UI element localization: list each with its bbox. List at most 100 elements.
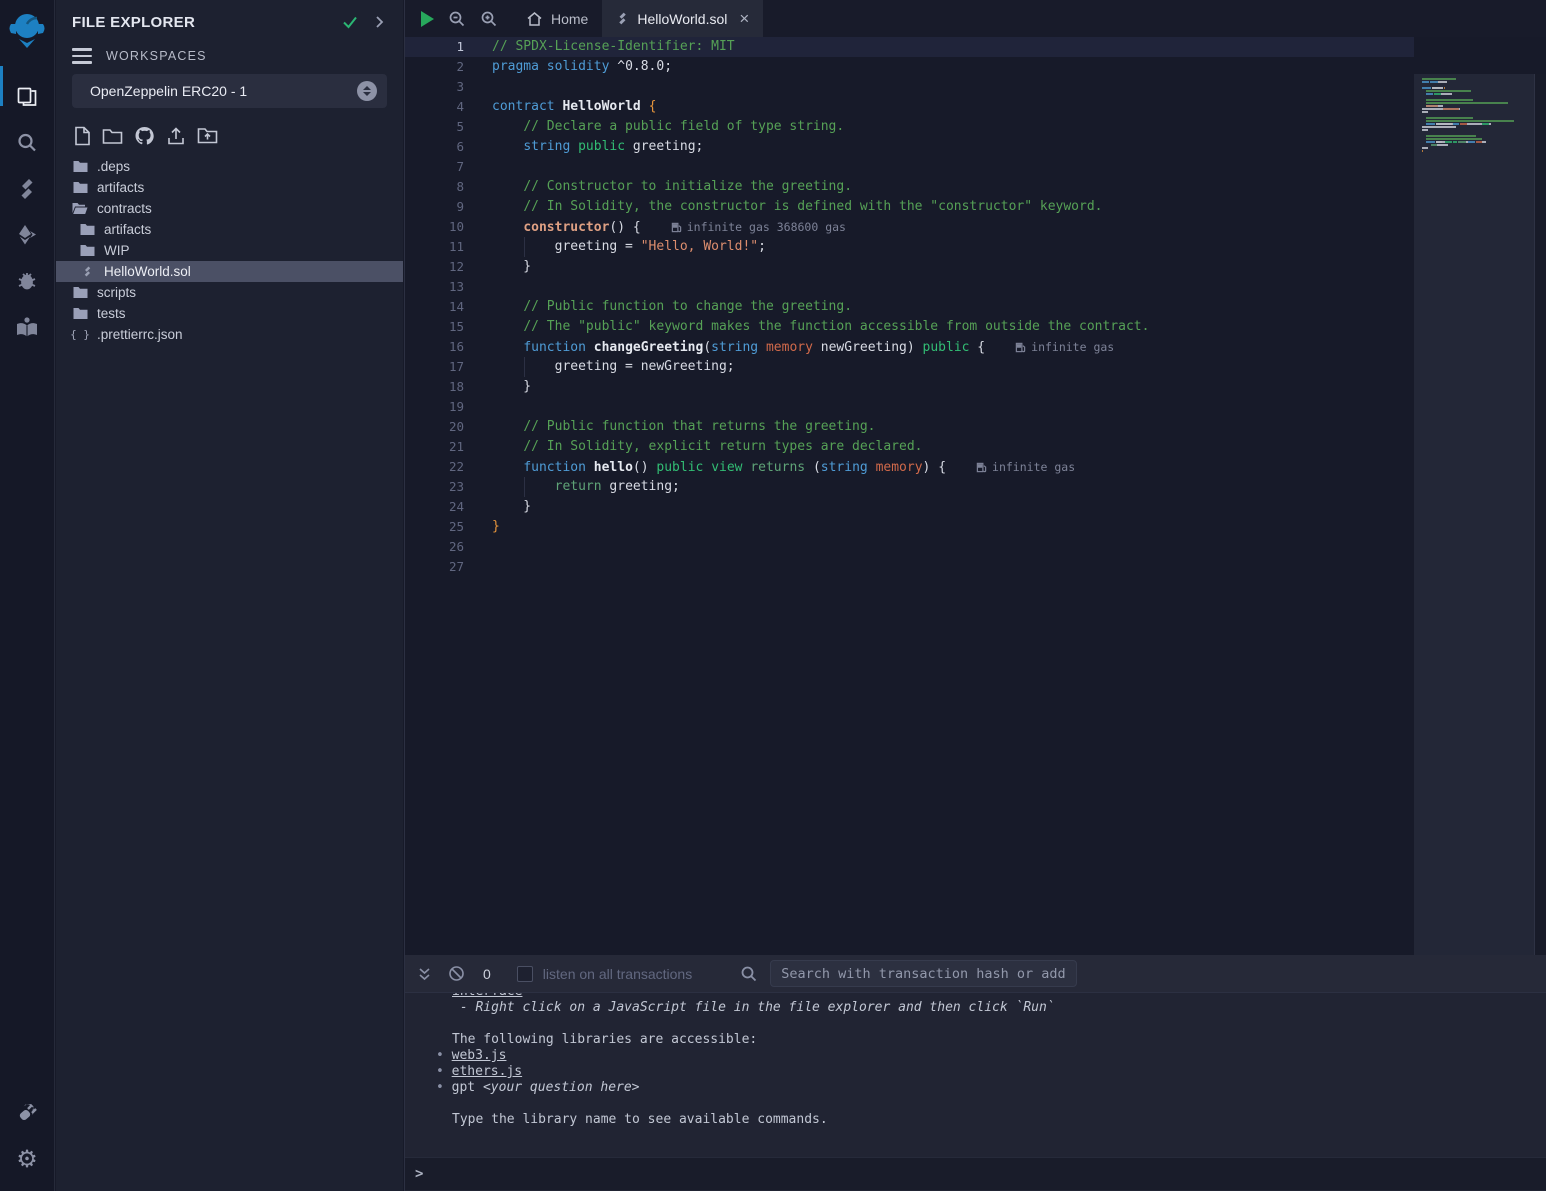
code-line-6[interactable]: 6 string public greeting; (405, 137, 1414, 157)
settings-gear-icon[interactable]: ⚙ (0, 1137, 55, 1183)
file-explorer-icon[interactable] (0, 74, 55, 120)
code-text: return greeting; (492, 477, 680, 497)
terminal-line (452, 1096, 1546, 1112)
code-line-26[interactable]: 26 (405, 537, 1414, 557)
activity-bar: ⚙ (0, 0, 55, 1191)
code-line-19[interactable]: 19 (405, 397, 1414, 417)
code-line-7[interactable]: 7 (405, 157, 1414, 177)
code-line-3[interactable]: 3 (405, 77, 1414, 97)
new-file-icon[interactable] (74, 126, 91, 146)
code-text: function changeGreeting(string memory ne… (492, 337, 1114, 358)
solidity-compiler-icon[interactable] (0, 166, 55, 212)
check-icon[interactable] (341, 13, 359, 31)
code-line-27[interactable]: 27 (405, 557, 1414, 577)
tree-item-scripts[interactable]: scripts (56, 282, 403, 303)
terminal-prompt: > (415, 1166, 423, 1182)
code-line-14[interactable]: 14 // Public function to change the gree… (405, 297, 1414, 317)
zoom-in-icon[interactable] (480, 10, 498, 28)
remix-logo-icon[interactable] (0, 8, 55, 54)
code-line-13[interactable]: 13 (405, 277, 1414, 297)
code-line-15[interactable]: 15 // The "public" keyword makes the fun… (405, 317, 1414, 337)
terminal-line: • gpt <your question here> (452, 1080, 1546, 1096)
new-folder-icon[interactable] (102, 127, 123, 145)
clear-console-icon[interactable] (448, 965, 465, 982)
terminal-link[interactable]: web3.js (452, 1048, 507, 1063)
load-folder-icon[interactable] (197, 126, 218, 145)
github-icon[interactable] (134, 126, 155, 146)
code-line-8[interactable]: 8 // Constructor to initialize the greet… (405, 177, 1414, 197)
tree-item-tests[interactable]: tests (56, 303, 403, 324)
workspace-caret-icon[interactable] (357, 81, 377, 101)
terminal-search-input[interactable] (770, 960, 1077, 987)
minimap[interactable] (1422, 78, 1528, 159)
zoom-out-icon[interactable] (448, 10, 466, 28)
code-line-22[interactable]: 22 function hello() public view returns … (405, 457, 1414, 477)
terminal-output[interactable]: interface - Right click on a JavaScript … (405, 993, 1546, 1157)
workspaces-menu-icon[interactable] (72, 48, 92, 64)
publish-icon[interactable] (166, 126, 186, 146)
tab-home[interactable]: Home (512, 0, 602, 37)
search-icon[interactable] (0, 120, 55, 166)
deploy-run-icon[interactable] (0, 212, 55, 258)
terminal-prompt-row[interactable]: > (405, 1157, 1546, 1190)
terminal-link[interactable]: interface (452, 993, 522, 999)
editor-tabbar: Home HelloWorld.sol × (405, 0, 1546, 37)
code-line-9[interactable]: 9 // In Solidity, the constructor is def… (405, 197, 1414, 217)
solidity-file-icon (616, 11, 629, 26)
learneth-icon[interactable] (0, 304, 55, 350)
tree-item-artifacts[interactable]: artifacts (56, 177, 403, 198)
workspace-select[interactable]: OpenZeppelin ERC20 - 1 (72, 74, 387, 108)
code-line-25[interactable]: 25} (405, 517, 1414, 537)
code-line-4[interactable]: 4contract HelloWorld { (405, 97, 1414, 117)
tree-item-contracts[interactable]: contracts (56, 198, 403, 219)
tree-item--prettierrc-json[interactable]: { }.prettierrc.json (56, 324, 403, 345)
code-text: } (492, 377, 531, 397)
line-number: 5 (405, 117, 464, 137)
code-text: } (492, 517, 500, 537)
code-line-24[interactable]: 24 } (405, 497, 1414, 517)
gas-estimate-ghost: infinite gas (976, 460, 1075, 474)
code-text: } (492, 257, 531, 277)
tree-item-label: HelloWorld.sol (104, 264, 191, 279)
file-explorer-toolbar (56, 108, 403, 154)
code-text: // Public function that returns the gree… (492, 417, 876, 437)
editor-scrollbar[interactable] (1534, 74, 1546, 955)
chevron-right-icon[interactable] (371, 14, 387, 30)
code-line-10[interactable]: 10 constructor() {infinite gas 368600 ga… (405, 217, 1414, 237)
code-line-11[interactable]: 11 greeting = "Hello, World!"; (405, 237, 1414, 257)
terminal-panel: 0 listen on all transactions interface -… (405, 955, 1546, 1191)
listen-transactions-checkbox[interactable] (517, 966, 533, 982)
code-line-18[interactable]: 18 } (405, 377, 1414, 397)
line-number: 21 (405, 437, 464, 457)
tree-item--deps[interactable]: .deps (56, 156, 403, 177)
collapse-terminal-icon[interactable] (417, 966, 432, 982)
tree-item-label: artifacts (104, 222, 151, 237)
code-line-20[interactable]: 20 // Public function that returns the g… (405, 417, 1414, 437)
code-line-17[interactable]: 17 greeting = newGreeting; (405, 357, 1414, 377)
run-script-icon[interactable] (421, 11, 434, 27)
code-line-1[interactable]: 1// SPDX-License-Identifier: MIT (405, 37, 1414, 57)
line-number: 25 (405, 517, 464, 537)
code-text: constructor() {infinite gas 368600 gas (492, 217, 846, 238)
debugger-icon[interactable] (0, 258, 55, 304)
code-editor[interactable]: 1// SPDX-License-Identifier: MIT2pragma … (405, 37, 1546, 955)
tree-item-artifacts[interactable]: artifacts (56, 219, 403, 240)
close-tab-icon[interactable]: × (739, 9, 749, 29)
plugin-manager-icon[interactable] (0, 1091, 55, 1137)
terminal-line: - Right click on a JavaScript file in th… (452, 1000, 1546, 1016)
json-icon: { } (72, 328, 88, 341)
code-line-5[interactable]: 5 // Declare a public field of type stri… (405, 117, 1414, 137)
code-line-21[interactable]: 21 // In Solidity, explicit return types… (405, 437, 1414, 457)
code-line-12[interactable]: 12 } (405, 257, 1414, 277)
terminal-link[interactable]: ethers.js (452, 1064, 522, 1079)
tree-item-helloworld-sol[interactable]: HelloWorld.sol (56, 261, 403, 282)
code-line-2[interactable]: 2pragma solidity ^0.8.0; (405, 57, 1414, 77)
code-line-23[interactable]: 23 return greeting; (405, 477, 1414, 497)
tree-item-label: .deps (97, 159, 130, 174)
terminal-line (452, 1016, 1546, 1032)
folder-icon (72, 307, 88, 320)
tab-helloworld-sol[interactable]: HelloWorld.sol × (602, 0, 763, 37)
line-number: 4 (405, 97, 464, 117)
tree-item-wip[interactable]: WIP (56, 240, 403, 261)
code-line-16[interactable]: 16 function changeGreeting(string memory… (405, 337, 1414, 357)
